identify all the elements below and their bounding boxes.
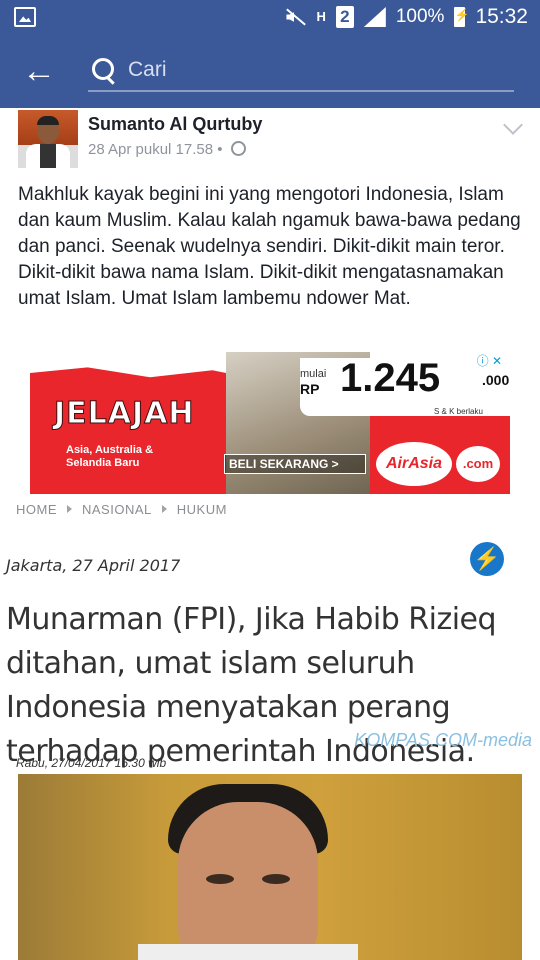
- mute-icon: [284, 8, 306, 26]
- search-bar[interactable]: [88, 52, 514, 92]
- ad-brand-logo: AirAsia: [376, 442, 452, 486]
- ad-buy-button[interactable]: BELI SEKARANG >: [224, 454, 366, 474]
- breadcrumb-home[interactable]: HOME: [16, 502, 57, 517]
- author-name[interactable]: Sumanto Al Qurtuby: [88, 114, 262, 135]
- flash-icon: ⚡: [470, 542, 504, 576]
- sim-indicator: 2: [335, 6, 354, 28]
- breadcrumb-nasional[interactable]: NASIONAL: [82, 502, 152, 517]
- ad-terms: S & K berlaku: [434, 407, 483, 416]
- news-date: Jakarta, 27 April 2017: [6, 556, 181, 575]
- post-timestamp[interactable]: 28 Apr pukul 17.58: [88, 141, 213, 158]
- globe-icon: [230, 141, 246, 156]
- search-icon: [92, 58, 114, 80]
- ad-brand-suffix: .com: [456, 446, 500, 482]
- post-text: Makhluk kayak begini ini yang mengotori …: [18, 184, 521, 309]
- breadcrumb-hukum[interactable]: HUKUM: [177, 502, 227, 517]
- news-source: KOMPAS.COM-media: [354, 730, 532, 750]
- ad-price: 1.245: [340, 356, 441, 400]
- signal-icon: [363, 7, 386, 27]
- network-type: H: [316, 9, 326, 24]
- ad-price-suffix: .000: [482, 372, 510, 388]
- post-meta: 28 Apr pukul 17.58 •: [88, 141, 246, 158]
- back-arrow-icon[interactable]: ←: [22, 54, 56, 88]
- photo-date: Rabu, 27/04/2017 16:30 wib: [16, 756, 167, 770]
- clock: 15:32: [475, 5, 528, 28]
- status-bar: H 2 100% 15:32: [0, 0, 540, 36]
- news-photo[interactable]: [18, 774, 522, 960]
- ad-info-close-icon[interactable]: ⓘ ✕: [466, 352, 502, 368]
- ad-title: JELAJAH: [53, 396, 195, 432]
- search-input[interactable]: [126, 54, 500, 86]
- meta-separator: •: [217, 141, 223, 158]
- ad-currency: RP: [300, 381, 320, 397]
- gallery-icon: [14, 7, 36, 27]
- breadcrumb: HOME NASIONAL HUKUM: [16, 502, 227, 517]
- ad-destinations: Asia, Australia & Selandia Baru: [66, 444, 154, 469]
- avatar[interactable]: [18, 110, 78, 168]
- ad-mulai: mulai: [300, 368, 327, 380]
- chevron-down-icon[interactable]: [503, 115, 523, 135]
- ad-banner[interactable]: JELAJAH Asia, Australia & Selandia Baru …: [30, 352, 510, 494]
- battery-icon: [454, 7, 469, 27]
- battery-percent: 100%: [395, 6, 445, 27]
- top-toolbar: ←: [0, 36, 540, 108]
- post-header: Sumanto Al Qurtuby 28 Apr pukul 17.58 •: [0, 108, 540, 172]
